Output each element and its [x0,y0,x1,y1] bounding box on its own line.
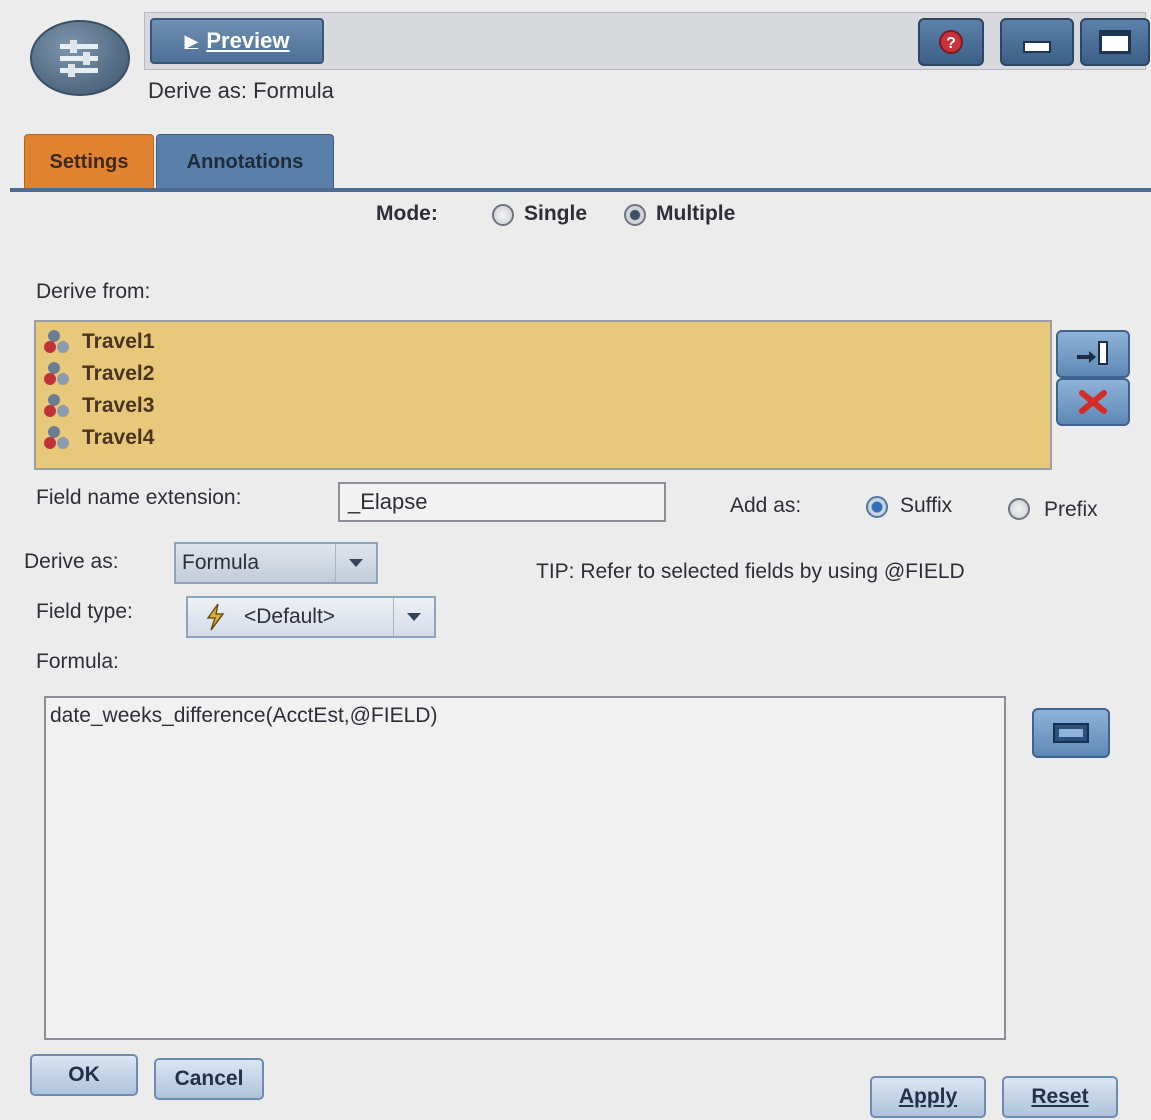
tip-text: TIP: Refer to selected fields by using @… [536,560,965,583]
svg-text:?: ? [946,35,956,52]
help-icon: ? [939,30,963,54]
mode-label: Mode: [376,202,438,225]
add-as-label: Add as: [730,494,802,517]
maximize-button[interactable] [1080,18,1150,66]
add-as-suffix-label: Suffix [900,494,953,517]
preview-label: Preview [206,28,290,53]
field-name-extension-label: Field name extension: [36,486,242,509]
derive-as-value: Formula [182,551,260,574]
set-field-icon [44,394,69,417]
list-item[interactable]: Travel1 [42,326,1044,358]
set-field-icon [44,426,69,449]
help-button[interactable]: ? [918,18,984,66]
field-name-extension-input[interactable]: _Elapse [338,482,666,522]
cancel-button[interactable]: Cancel [154,1058,264,1100]
formula-label: Formula: [36,650,119,673]
derive-as-label: Derive as: [24,550,119,573]
preview-button[interactable]: ▶ Preview [150,18,324,64]
derive-from-label: Derive from: [36,280,151,303]
maximize-icon [1099,30,1131,54]
ok-button[interactable]: OK [30,1054,138,1096]
mode-multiple-label: Multiple [656,202,736,225]
field-label: Travel4 [82,426,155,449]
delete-icon [1079,390,1107,414]
expression-builder-button[interactable] [1032,708,1110,758]
field-type-select[interactable]: <Default> [186,596,436,638]
calculator-icon [1053,723,1089,743]
derive-from-list[interactable]: Travel1 Travel2 Travel3 Travel4 [34,320,1052,470]
set-field-icon [44,362,69,385]
minimize-button[interactable] [1000,18,1074,66]
field-label: Travel3 [82,394,155,417]
derive-node-icon [30,20,130,96]
field-type-label: Field type: [36,600,133,623]
mode-single-label: Single [524,202,588,225]
lightning-icon [206,603,225,631]
remove-fields-button[interactable] [1056,378,1130,426]
reset-button[interactable]: Reset [1002,1076,1118,1118]
list-item[interactable]: Travel3 [42,390,1044,422]
mode-single-radio[interactable] [492,204,514,226]
formula-editor[interactable]: date_weeks_difference(AcctEst,@FIELD) [44,696,1006,1040]
tab-divider [10,188,1151,192]
set-field-icon [44,330,69,353]
pick-fields-button[interactable] [1056,330,1130,378]
play-icon: ▶ [184,30,199,51]
field-label: Travel1 [82,330,155,353]
dialog-subtitle: Derive as: Formula [148,78,334,103]
add-as-prefix-label: Prefix [1044,498,1098,521]
list-item[interactable]: Travel2 [42,358,1044,390]
derive-as-select[interactable]: Formula [174,542,378,584]
add-as-prefix-radio[interactable] [1008,498,1030,520]
list-item[interactable]: Travel4 [42,422,1044,454]
tab-settings[interactable]: Settings [24,134,154,190]
field-label: Travel2 [82,362,155,385]
add-as-suffix-radio[interactable] [866,496,888,518]
chevron-down-icon [335,544,376,582]
chevron-down-icon [393,598,434,636]
field-type-value: <Default> [244,605,336,628]
field-picker-icon [1077,341,1108,365]
mode-multiple-radio[interactable] [624,204,646,226]
tab-annotations[interactable]: Annotations [156,134,334,190]
minimize-icon [1023,41,1051,53]
apply-button[interactable]: Apply [870,1076,986,1118]
